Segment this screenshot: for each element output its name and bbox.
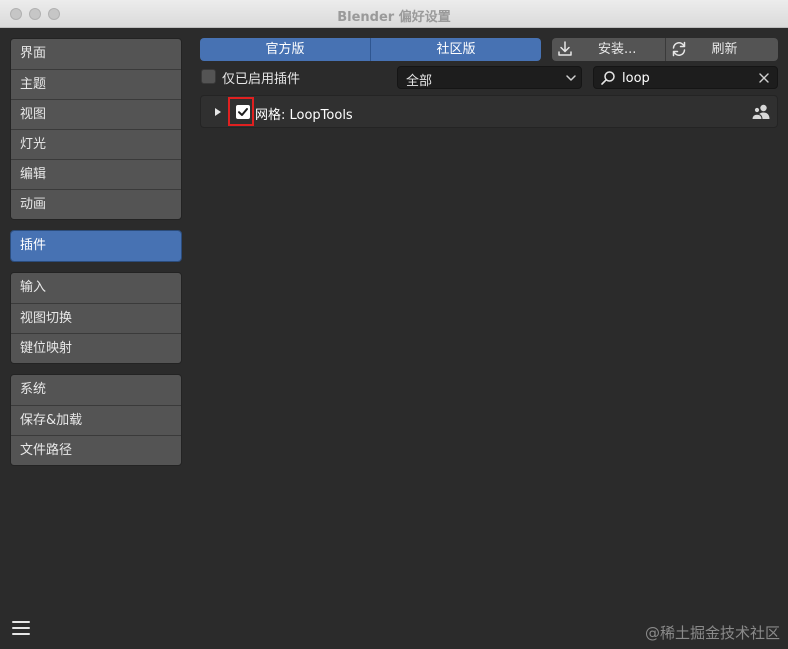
refresh-label: 刷新 xyxy=(711,42,738,57)
addon-row: 网格: LoopTools xyxy=(200,95,778,128)
refresh-icon xyxy=(672,41,685,57)
sidebar-item-save-load[interactable]: 保存&加载 xyxy=(11,405,181,435)
hamburger-menu-icon[interactable] xyxy=(11,618,31,638)
category-value: 全部 xyxy=(406,74,433,89)
sidebar-group-input: 输入 视图切换 键位映射 xyxy=(10,272,182,364)
search-icon xyxy=(601,71,615,85)
sidebar-group-general: 界面 主题 视图 灯光 编辑 动画 xyxy=(10,38,182,220)
addon-name: 网格: LoopTools xyxy=(255,108,353,123)
red-highlight-box xyxy=(228,97,254,126)
install-label: 安装... xyxy=(598,42,637,57)
tab-community[interactable]: 社区版 xyxy=(370,38,541,61)
addon-support-tabs: 官方版 社区版 xyxy=(200,38,541,61)
sidebar-group-system: 系统 保存&加载 文件路径 xyxy=(10,374,182,466)
category-dropdown[interactable]: 全部 xyxy=(397,66,582,89)
sidebar-item-keymap[interactable]: 键位映射 xyxy=(11,333,181,363)
sidebar-item-file-paths[interactable]: 文件路径 xyxy=(11,435,181,465)
sidebar-item-system[interactable]: 系统 xyxy=(11,375,181,405)
community-users-icon xyxy=(751,104,770,120)
sidebar-item-themes[interactable]: 主题 xyxy=(11,69,181,99)
refresh-button[interactable]: 刷新 xyxy=(664,38,778,61)
enabled-only-label: 仅已启用插件 xyxy=(222,72,301,87)
search-input[interactable] xyxy=(622,69,752,87)
addon-actions: 安装... 刷新 xyxy=(552,38,778,61)
enabled-only-checkbox[interactable] xyxy=(201,69,216,84)
sidebar-item-input[interactable]: 输入 xyxy=(11,273,181,303)
addon-search xyxy=(593,66,778,89)
clear-search-icon[interactable] xyxy=(757,71,771,85)
chevron-down-icon xyxy=(566,75,576,81)
sidebar-item-animation[interactable]: 动画 xyxy=(11,189,181,219)
window-title: Blender 偏好设置 xyxy=(337,10,451,25)
sidebar-item-viewport[interactable]: 视图 xyxy=(11,99,181,129)
expand-triangle-icon[interactable] xyxy=(213,106,223,118)
install-button[interactable]: 安装... xyxy=(552,38,665,61)
tab-official[interactable]: 官方版 xyxy=(200,38,370,61)
sidebar-item-lights[interactable]: 灯光 xyxy=(11,129,181,159)
sidebar-item-navigation[interactable]: 视图切换 xyxy=(11,303,181,333)
sidebar-group-addons: 插件 xyxy=(10,230,182,262)
sidebar-item-interface[interactable]: 界面 xyxy=(11,39,181,69)
sidebar-item-addons[interactable]: 插件 xyxy=(11,231,181,261)
sidebar-item-editing[interactable]: 编辑 xyxy=(11,159,181,189)
watermark-text: @稀土掘金技术社区 xyxy=(644,624,780,642)
download-icon xyxy=(558,41,572,56)
title-bar: Blender 偏好设置 xyxy=(0,0,788,28)
preferences-sidebar: 界面 主题 视图 灯光 编辑 动画 插件 输入 视图切换 键位映射 系统 保存&… xyxy=(10,38,182,476)
